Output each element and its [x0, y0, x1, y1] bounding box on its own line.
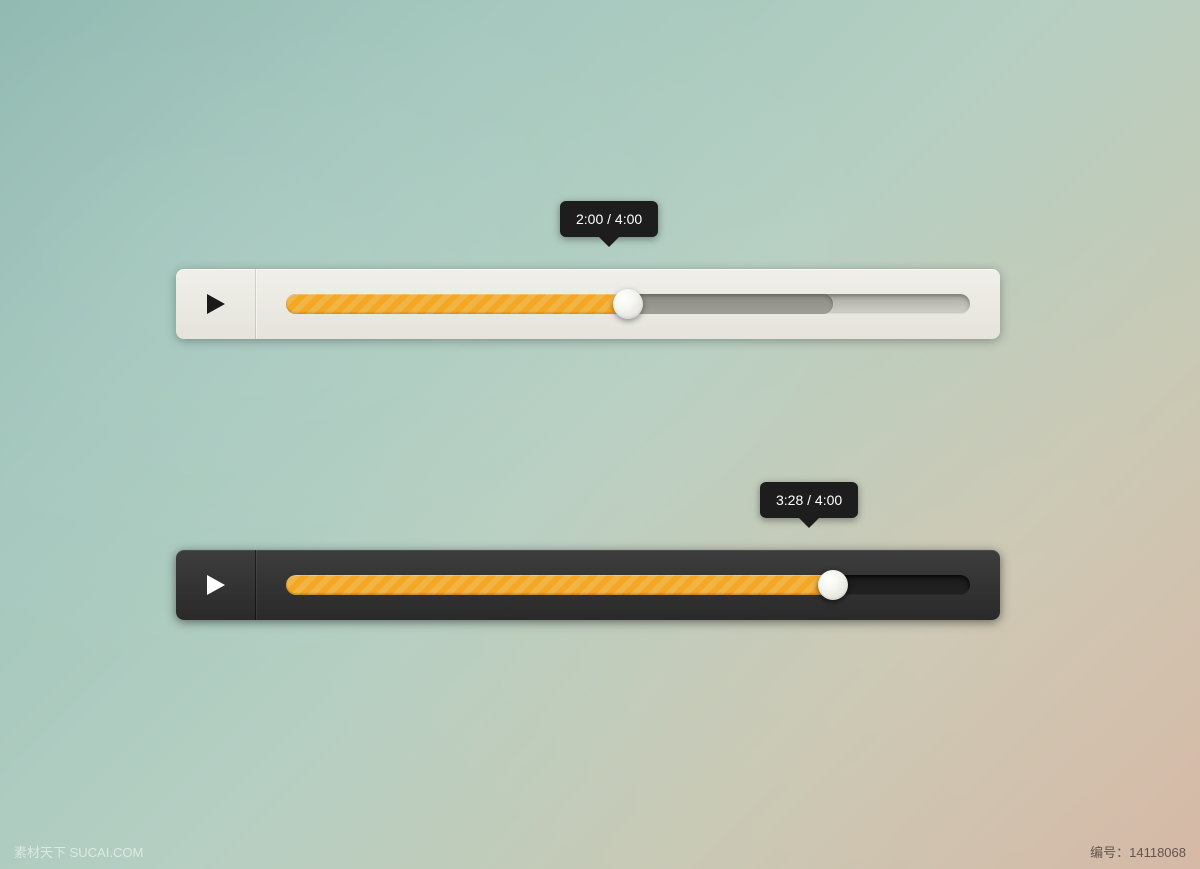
- progress-track[interactable]: [286, 294, 970, 314]
- audio-player-dark: [176, 550, 1000, 620]
- audio-player-light: [176, 269, 1000, 339]
- play-icon: [207, 294, 225, 314]
- watermark-text: 素材天下 SUCAI.COM: [14, 842, 143, 861]
- play-button[interactable]: [176, 269, 256, 339]
- meta-id-text: 编号：14118068: [1090, 842, 1186, 861]
- progress-handle[interactable]: [613, 289, 643, 319]
- progress-handle[interactable]: [818, 570, 848, 600]
- progress-bar: [286, 575, 833, 595]
- track-container: [256, 269, 1000, 339]
- play-icon: [207, 575, 225, 595]
- time-tooltip-light: 2:00 / 4:00: [560, 201, 658, 237]
- background-texture: [0, 0, 1200, 869]
- play-button[interactable]: [176, 550, 256, 620]
- time-tooltip-dark: 3:28 / 4:00: [760, 482, 858, 518]
- progress-bar: [286, 294, 628, 314]
- track-container: [256, 550, 1000, 620]
- progress-track[interactable]: [286, 575, 970, 595]
